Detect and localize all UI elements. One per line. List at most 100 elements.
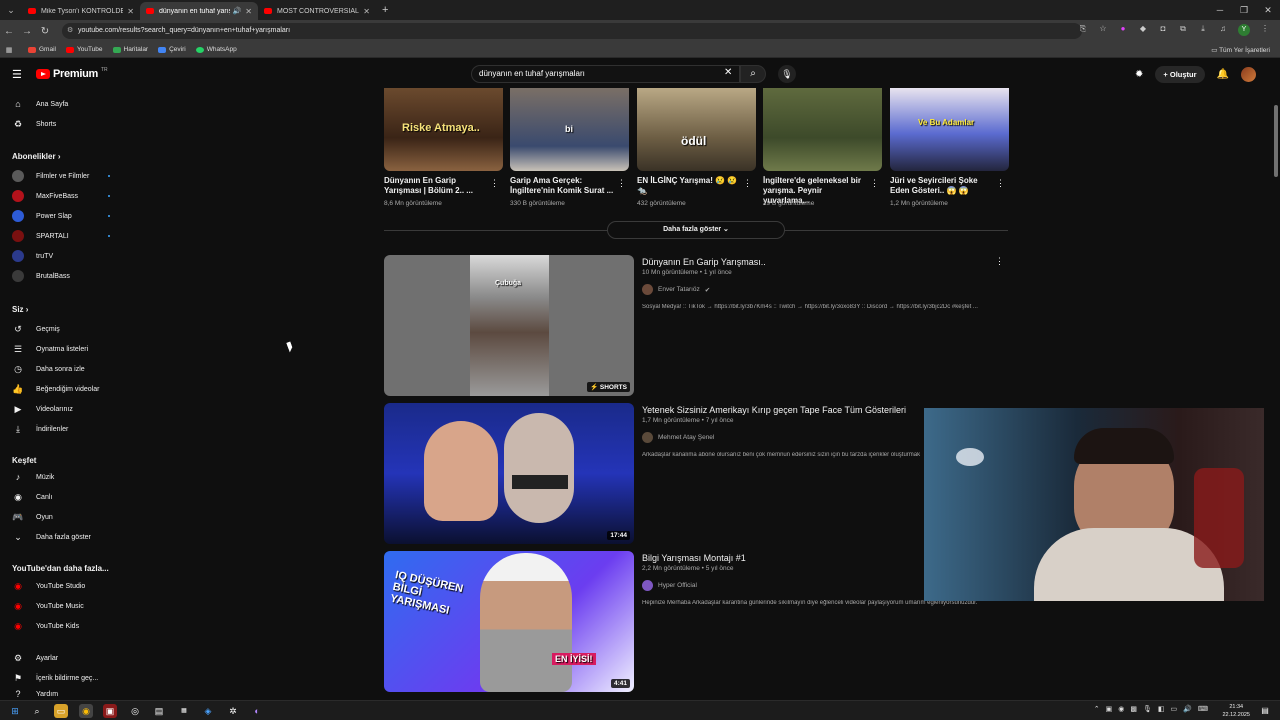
video-title[interactable]: Bilgi Yarışması Montajı #1 [642, 553, 746, 563]
apps-icon[interactable]: ▦ [0, 46, 18, 54]
bookmark-star-icon[interactable]: ☆ [1098, 24, 1108, 36]
app-icon[interactable]: ▦ [177, 704, 191, 718]
close-icon[interactable]: ✕ [245, 7, 252, 16]
minimize-icon[interactable]: ─ [1208, 0, 1232, 20]
search-icon[interactable]: ⌕ [30, 704, 44, 718]
new-tab-icon[interactable]: + [382, 4, 388, 16]
app-icon[interactable]: ◎ [128, 704, 142, 718]
window-close-icon[interactable]: ✕ [1256, 0, 1280, 20]
youtube-premium-logo[interactable]: Premium TR [36, 67, 108, 80]
cast-icon[interactable]: ✹ [1135, 69, 1143, 80]
speaker-icon[interactable]: 🔊 [233, 7, 242, 15]
voice-search-button[interactable]: 🎙 [778, 65, 796, 83]
bookmark-whatsapp[interactable]: WhatsApp [195, 46, 237, 53]
microphone-icon[interactable]: 🎙 [1143, 705, 1152, 713]
browser-tab[interactable]: Mike Tyson'ı KONTROLDEN Ç ✕ [22, 2, 140, 20]
short-title[interactable]: Jüri ve Seyircileri Şoke Eden Gösteri.. … [890, 176, 995, 196]
more-actions-icon[interactable]: ⋮ [995, 256, 1004, 267]
close-icon[interactable]: ✕ [363, 7, 370, 16]
app-icon[interactable]: ✲ [226, 704, 240, 718]
forward-icon[interactable]: → [18, 26, 36, 37]
media-icon[interactable]: ♫ [1218, 24, 1228, 36]
video-channel[interactable]: Enver Tatarıöz ✔ [642, 284, 710, 295]
sidebar-item-your-videos[interactable]: ▶ Videolarınız [12, 399, 112, 419]
file-explorer-icon[interactable]: ▭ [54, 704, 68, 718]
tray-app-icon[interactable]: ◉ [1118, 705, 1124, 713]
app-icon[interactable]: ▤ [152, 704, 166, 718]
browser-tab[interactable]: MOST CONTROVERSIAL Power ✕ [258, 2, 376, 20]
chevron-up-icon[interactable]: ⌃ [1094, 705, 1100, 713]
short-title[interactable]: Dünyanın En Garip Yarışması | Bölüm 2.. … [384, 176, 489, 196]
sidebar-sub-item[interactable]: MaxFiveBass [12, 186, 112, 206]
create-button[interactable]: + Oluştur [1155, 66, 1205, 83]
browser-tab-active[interactable]: dünyanın en tuhaf yarışm 🔊 ✕ [140, 2, 258, 20]
sidebar-sub-item[interactable]: Power Slap [12, 206, 112, 226]
more-actions-icon[interactable]: ⋮ [617, 178, 626, 189]
short-thumbnail[interactable]: ödül [637, 88, 756, 171]
bookmark-youtube[interactable]: YouTube [65, 46, 103, 53]
sidebar-show-more[interactable]: ⌄ Daha fazla göster [12, 527, 112, 547]
account-avatar[interactable] [1241, 67, 1256, 82]
sidebar-item-liked[interactable]: 👍 Beğendiğim videolar [12, 379, 112, 399]
video-channel[interactable]: Mehmet Atay Şenel [642, 432, 714, 443]
bookmark-gmail[interactable]: Gmail [28, 46, 56, 53]
sidebar-item-help[interactable]: ? Yardım [12, 688, 112, 700]
scrollbar-thumb[interactable] [1274, 105, 1278, 177]
reload-icon[interactable]: ↻ [36, 26, 54, 37]
profile-avatar[interactable]: Y [1238, 24, 1250, 36]
download-icon[interactable]: ⤓ [1198, 24, 1208, 36]
short-thumbnail[interactable]: bi [510, 88, 629, 171]
sidebar-item-report-history[interactable]: ⚑ İçerik bildirme geç... [12, 668, 112, 688]
short-thumbnail[interactable]: Ve Bu Adamlar [890, 88, 1009, 171]
sidebar-item-history[interactable]: ↺ Geçmiş [12, 319, 112, 339]
short-title[interactable]: EN İLGİNÇ Yarışma! 😢 😢 🐀 [637, 176, 742, 196]
video-thumbnail[interactable]: Çubuğa ⚡ SHORTS [384, 255, 634, 396]
search-input[interactable]: dünyanın en tuhaf yarışmaları [471, 65, 740, 83]
search-button[interactable]: ⌕ [740, 65, 766, 83]
extension-icon[interactable]: ◘ [1158, 24, 1168, 36]
system-clock[interactable]: 21:34 22.12.2025 [1222, 703, 1250, 719]
show-more-button[interactable]: Daha fazla göster ⌄ [607, 221, 785, 239]
video-thumbnail[interactable]: 17:44 [384, 403, 634, 544]
bookmark-translate[interactable]: Çeviri [158, 46, 186, 53]
start-icon[interactable]: ⊞ [8, 704, 22, 718]
tray-app-icon[interactable]: ◧ [1158, 705, 1165, 713]
notifications-bell-icon[interactable]: 🔔 [1217, 69, 1229, 80]
more-actions-icon[interactable]: ⋮ [996, 178, 1005, 189]
more-actions-icon[interactable]: ⋮ [870, 178, 879, 189]
more-actions-icon[interactable]: ⋮ [743, 178, 752, 189]
sidebar-item-home[interactable]: ⌂ Ana Sayfa [12, 94, 112, 114]
extension-icon[interactable]: ● [1118, 24, 1128, 36]
tab-search-icon[interactable]: ⌄ [0, 0, 22, 20]
maximize-icon[interactable]: ❐ [1232, 0, 1256, 20]
video-title[interactable]: Yetenek Sizsiniz Amerikayı Kırıp geçen T… [642, 405, 906, 415]
sidebar-sub-item[interactable]: SPARTALI [12, 226, 112, 246]
back-icon[interactable]: ← [0, 26, 18, 37]
hamburger-menu-icon[interactable]: ☰ [12, 68, 22, 81]
url-bar[interactable]: ⚙ youtube.com/results?search_query=dünya… [62, 23, 1082, 39]
sidebar-item-music-app[interactable]: ◉ YouTube Music [12, 596, 112, 616]
short-title[interactable]: Garip Ama Gerçek: İngiltere'nin Komik Su… [510, 176, 615, 196]
you-heading[interactable]: Siz › [12, 305, 28, 314]
more-actions-icon[interactable]: ⋮ [490, 178, 499, 189]
scrollbar[interactable] [1272, 88, 1280, 700]
sidebar-item-downloads[interactable]: ⤓ İndirilenler [12, 419, 112, 439]
sidebar-sub-item[interactable]: Filmler ve Filmler [12, 166, 112, 186]
short-thumbnail[interactable]: Riske Atmaya.. [384, 88, 503, 171]
sidebar-sub-item[interactable]: BrutalBass [12, 266, 112, 286]
chrome-icon[interactable]: ◉ [79, 704, 93, 718]
all-bookmarks[interactable]: ▭ Tüm Yer İşaretleri [1211, 46, 1270, 54]
extensions-puzzle-icon[interactable]: ⧉ [1178, 24, 1188, 36]
sidebar-item-gaming[interactable]: 🎮 Oyun [12, 507, 112, 527]
menu-icon[interactable]: ⋮ [1260, 24, 1270, 36]
video-channel[interactable]: Hyper Official [642, 580, 697, 591]
install-icon[interactable]: ⎘ [1078, 24, 1088, 36]
language-icon[interactable]: ⌨ [1198, 705, 1208, 713]
volume-icon[interactable]: 🔊 [1183, 705, 1192, 713]
sidebar-item-studio[interactable]: ◉ YouTube Studio [12, 576, 112, 596]
video-thumbnail[interactable]: IQ DÜŞÜREN BİLGİ YARIŞMASI EN İYİSİ! 4:4… [384, 551, 634, 692]
sidebar-item-settings[interactable]: ⚙ Ayarlar [12, 648, 112, 668]
close-icon[interactable]: ✕ [127, 7, 134, 16]
site-info-icon[interactable]: ⚙ [67, 23, 73, 39]
steam-icon[interactable]: ◈ [201, 704, 215, 718]
